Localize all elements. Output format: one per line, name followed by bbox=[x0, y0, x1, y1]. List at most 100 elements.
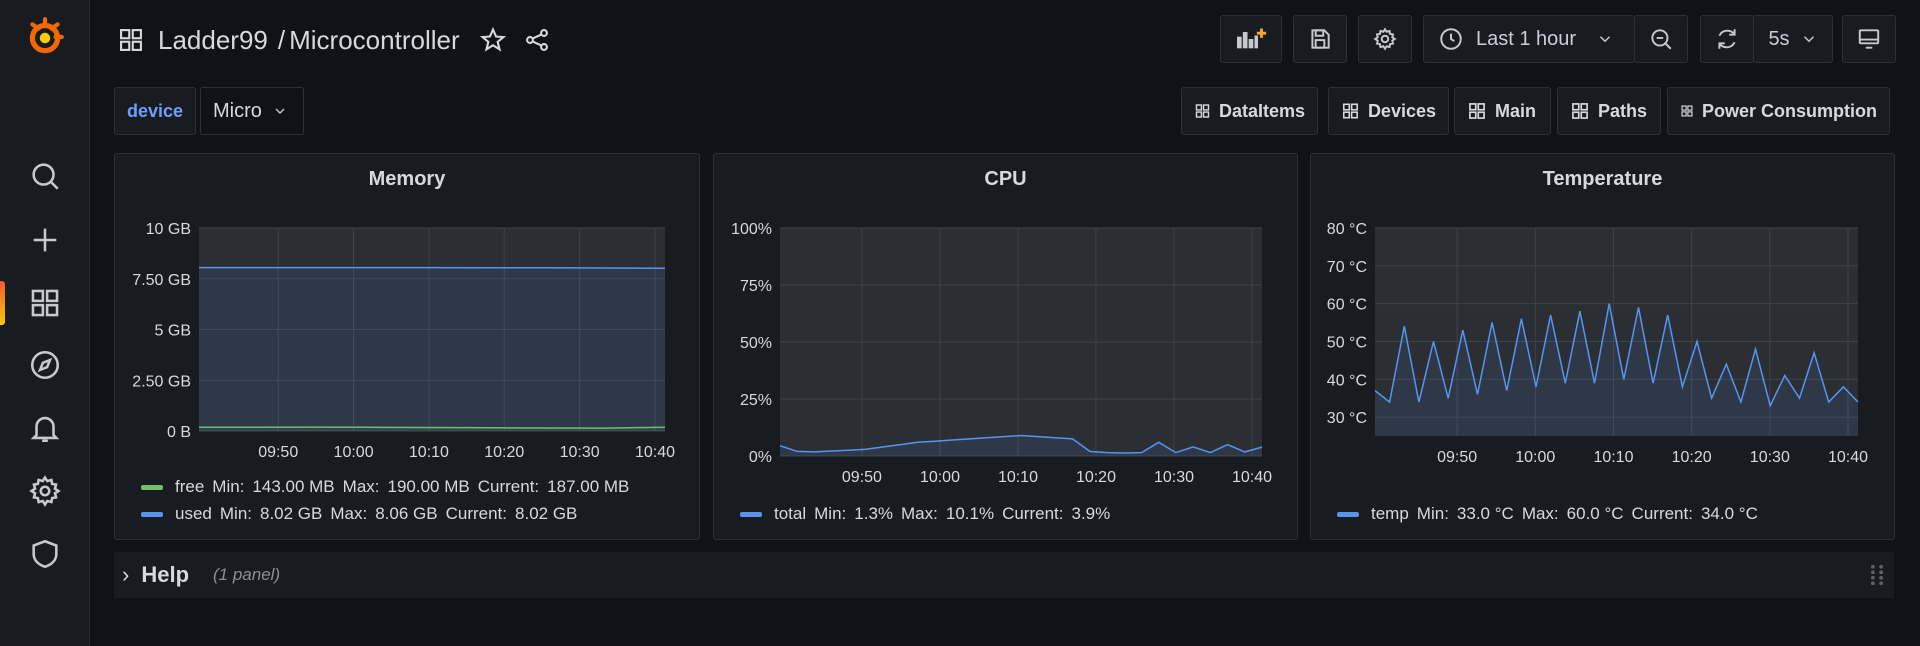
link-paths[interactable]: Paths bbox=[1557, 87, 1661, 135]
add-panel-button[interactable] bbox=[1220, 15, 1282, 63]
y-tick-label: 30 °C bbox=[1327, 410, 1367, 427]
legend-current-value: 8.02 GB bbox=[515, 504, 578, 523]
clock-icon bbox=[1440, 28, 1462, 50]
x-tick-label: 09:50 bbox=[258, 444, 298, 461]
dashboard-title[interactable]: Microcontroller bbox=[289, 25, 460, 56]
link-devices[interactable]: Devices bbox=[1328, 87, 1449, 135]
variable-select[interactable]: Micro bbox=[200, 87, 304, 135]
grafana-logo-icon[interactable] bbox=[24, 16, 66, 58]
y-tick-label: 0% bbox=[749, 449, 772, 466]
row-panel-count: (1 panel) bbox=[213, 565, 281, 584]
legend-min-value: 1.3% bbox=[854, 504, 894, 523]
link-main[interactable]: Main bbox=[1454, 87, 1551, 135]
tv-mode-button[interactable] bbox=[1842, 15, 1896, 63]
x-tick-label: 10:30 bbox=[1154, 469, 1194, 484]
x-tick-label: 10:40 bbox=[635, 444, 675, 461]
y-tick-label: 80 °C bbox=[1327, 221, 1367, 238]
legend-series-name: used bbox=[175, 504, 212, 523]
refresh-interval-label: 5s bbox=[1768, 27, 1790, 50]
y-tick-label: 50% bbox=[740, 335, 772, 352]
x-tick-label: 10:40 bbox=[1828, 449, 1868, 466]
x-tick-label: 10:20 bbox=[1076, 469, 1116, 484]
legend-current-label: Current: bbox=[1631, 504, 1693, 523]
bell-icon[interactable] bbox=[0, 400, 90, 456]
help-row[interactable]: › Help (1 panel) bbox=[114, 552, 1894, 598]
variable-label: device bbox=[114, 87, 196, 135]
compass-icon[interactable] bbox=[0, 337, 90, 393]
save-icon bbox=[1311, 29, 1330, 49]
dashboard-settings-button[interactable] bbox=[1358, 15, 1412, 63]
chevron-down-icon bbox=[1803, 36, 1814, 43]
gear-icon[interactable] bbox=[0, 463, 90, 519]
add-panel-icon bbox=[1237, 28, 1267, 49]
folder-link[interactable]: Ladder99 bbox=[158, 25, 268, 56]
legend-series-name: free bbox=[175, 477, 205, 496]
link-power-consumption[interactable]: Power Consumption bbox=[1667, 87, 1890, 135]
y-tick-label: 60 °C bbox=[1327, 297, 1367, 314]
legend-current-value: 187.00 MB bbox=[547, 477, 630, 496]
link-label: DataItems bbox=[1218, 100, 1305, 121]
memory-panel[interactable]: Memory 0 B 2.50 GB 5 GB 7.50 GB 10 GB 09:50 10… bbox=[114, 153, 700, 540]
zoom-out-button[interactable] bbox=[1634, 15, 1688, 63]
x-tick-label: 10:00 bbox=[334, 444, 374, 461]
side-menu bbox=[0, 0, 90, 646]
memory-chart[interactable]: 0 B 2.50 GB 5 GB 7.50 GB 10 GB 09:50 10:00 10:1… bbox=[115, 154, 701, 484]
monitor-icon bbox=[1858, 29, 1880, 49]
drag-handle-icon[interactable] bbox=[1870, 564, 1884, 586]
legend-max-label: Max: bbox=[342, 477, 380, 496]
x-tick-label: 10:30 bbox=[1750, 449, 1790, 466]
breadcrumb: Ladder99 / Microcontroller bbox=[114, 20, 554, 60]
y-tick-label: 75% bbox=[740, 278, 772, 295]
dashboards-icon[interactable] bbox=[0, 275, 90, 331]
x-tick-label: 10:10 bbox=[998, 469, 1038, 484]
legend-current-value: 3.9% bbox=[1071, 504, 1111, 523]
plus-icon[interactable] bbox=[0, 212, 90, 268]
legend-max-value: 190.00 MB bbox=[387, 477, 470, 496]
legend-item-total[interactable]: total Min: 1.3% Max: 10.1% Current: 3.9% bbox=[740, 504, 1110, 524]
chevron-right-icon[interactable]: › bbox=[122, 562, 129, 588]
x-tick-label: 10:00 bbox=[920, 469, 960, 484]
x-tick-label: 10:20 bbox=[1672, 449, 1712, 466]
temperature-chart[interactable]: 30 °C 40 °C 50 °C 60 °C 70 °C 80 °C 09:50 10:00… bbox=[1311, 154, 1896, 484]
legend-series-name: temp bbox=[1371, 504, 1409, 523]
x-tick-label: 09:50 bbox=[842, 469, 882, 484]
dashboard-grid-icon bbox=[1469, 103, 1485, 119]
y-tick-label: 100% bbox=[731, 221, 772, 238]
legend-min-label: Min: bbox=[219, 504, 252, 523]
refresh-button[interactable] bbox=[1700, 15, 1754, 63]
row-title[interactable]: Help bbox=[141, 562, 189, 588]
legend-item-free[interactable]: free Min: 143.00 MB Max: 190.00 MB Current… bbox=[141, 477, 629, 497]
temperature-panel[interactable]: Temperature 30 °C 40 °C 50 °C 60 °C 70 °C 80 … bbox=[1310, 153, 1895, 540]
cpu-chart[interactable]: 0% 25% 50% 75% 100% 09:50 10:00 10:10 10:20 10:30… bbox=[714, 154, 1299, 484]
refresh-icon bbox=[1718, 29, 1736, 49]
legend-min-label: Min: bbox=[212, 477, 245, 496]
link-dataitems[interactable]: DataItems bbox=[1181, 87, 1318, 135]
dashboard-grid-icon bbox=[114, 23, 148, 57]
x-tick-label: 10:10 bbox=[409, 444, 449, 461]
y-tick-label: 0 B bbox=[167, 424, 191, 441]
legend-swatch bbox=[740, 511, 762, 517]
legend-item-temp[interactable]: temp Min: 33.0 °C Max: 60.0 °C Current: 34.… bbox=[1337, 504, 1758, 524]
link-label: Power Consumption bbox=[1702, 100, 1877, 121]
shield-icon[interactable] bbox=[0, 526, 90, 582]
search-icon[interactable] bbox=[0, 148, 90, 204]
legend-current-label: Current: bbox=[477, 477, 540, 496]
zoom-out-icon bbox=[1651, 29, 1672, 50]
legend-max-value: 60.0 °C bbox=[1566, 504, 1624, 523]
legend-max-label: Max: bbox=[330, 504, 368, 523]
y-tick-label: 25% bbox=[740, 392, 772, 409]
dashboard-grid-icon bbox=[1195, 104, 1210, 118]
share-icon[interactable] bbox=[520, 23, 554, 57]
cpu-panel[interactable]: CPU 0% 25% 50% 75% 100% 09:50 10:00 10:10 10:20 1… bbox=[713, 153, 1298, 540]
legend-min-value: 8.02 GB bbox=[260, 504, 323, 523]
legend-min-label: Min: bbox=[1416, 504, 1449, 523]
legend-swatch bbox=[1337, 511, 1359, 517]
save-button[interactable] bbox=[1293, 15, 1347, 63]
y-tick-label: 10 GB bbox=[146, 221, 191, 238]
legend-min-value: 143.00 MB bbox=[252, 477, 335, 496]
refresh-interval-picker[interactable]: 5s bbox=[1753, 15, 1833, 63]
legend-swatch bbox=[141, 511, 163, 517]
star-icon[interactable] bbox=[476, 23, 510, 57]
legend-item-used[interactable]: used Min: 8.02 GB Max: 8.06 GB Current: 8.0… bbox=[141, 504, 577, 524]
time-picker-button[interactable]: Last 1 hour bbox=[1423, 15, 1635, 63]
